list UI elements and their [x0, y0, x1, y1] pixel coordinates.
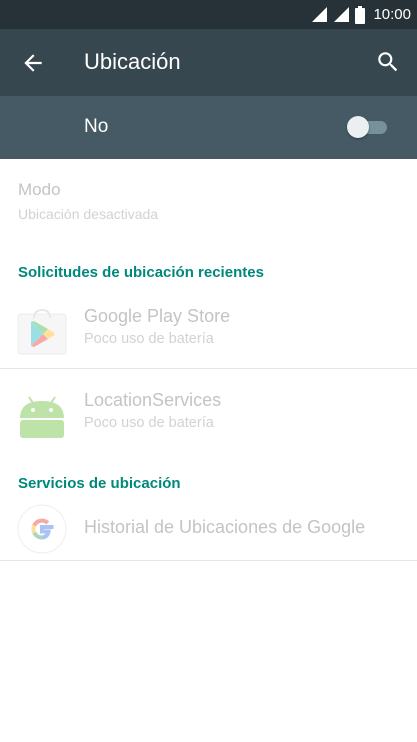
- status-bar: 10:00: [0, 0, 417, 29]
- status-time: 10:00: [373, 6, 411, 23]
- list-item[interactable]: LocationServices Poco uso de batería: [0, 372, 417, 452]
- service-name: Historial de Ubicaciones de Google: [84, 517, 366, 537]
- battery-icon: [355, 5, 366, 24]
- toggle-thumb: [347, 116, 369, 138]
- play-store-icon: [17, 308, 67, 355]
- app-name: LocationServices: [84, 390, 222, 410]
- location-services-header: Servicios de ubicación: [18, 475, 181, 492]
- android-icon: [20, 396, 64, 438]
- app-name: Google Play Store: [84, 306, 231, 326]
- page-title: Ubicación: [84, 49, 181, 74]
- mode-setting[interactable]: Modo Ubicación desactivada: [0, 172, 417, 234]
- signal-icon: [334, 7, 350, 22]
- mode-summary: Ubicación desactivada: [18, 206, 159, 222]
- list-item[interactable]: Historial de Ubicaciones de Google: [0, 500, 417, 560]
- app-battery-usage: Poco uso de batería: [84, 331, 214, 347]
- location-toggle[interactable]: [347, 116, 389, 138]
- app-battery-usage: Poco uso de batería: [84, 415, 214, 431]
- master-switch-label: No: [84, 116, 109, 137]
- divider: [0, 560, 417, 561]
- recent-requests-header: Solicitudes de ubicación recientes: [18, 264, 264, 281]
- google-icon: [17, 504, 67, 554]
- app-bar: Ubicación: [0, 29, 417, 96]
- signal-icon: [312, 7, 328, 22]
- status-icons: 10:00: [311, 0, 411, 29]
- search-icon[interactable]: [375, 49, 401, 75]
- list-item[interactable]: Google Play Store Poco uso de batería: [0, 288, 417, 368]
- mode-title: Modo: [18, 180, 61, 199]
- arrow-back-icon[interactable]: [20, 50, 46, 76]
- location-master-switch[interactable]: No: [0, 96, 417, 159]
- divider: [0, 368, 417, 369]
